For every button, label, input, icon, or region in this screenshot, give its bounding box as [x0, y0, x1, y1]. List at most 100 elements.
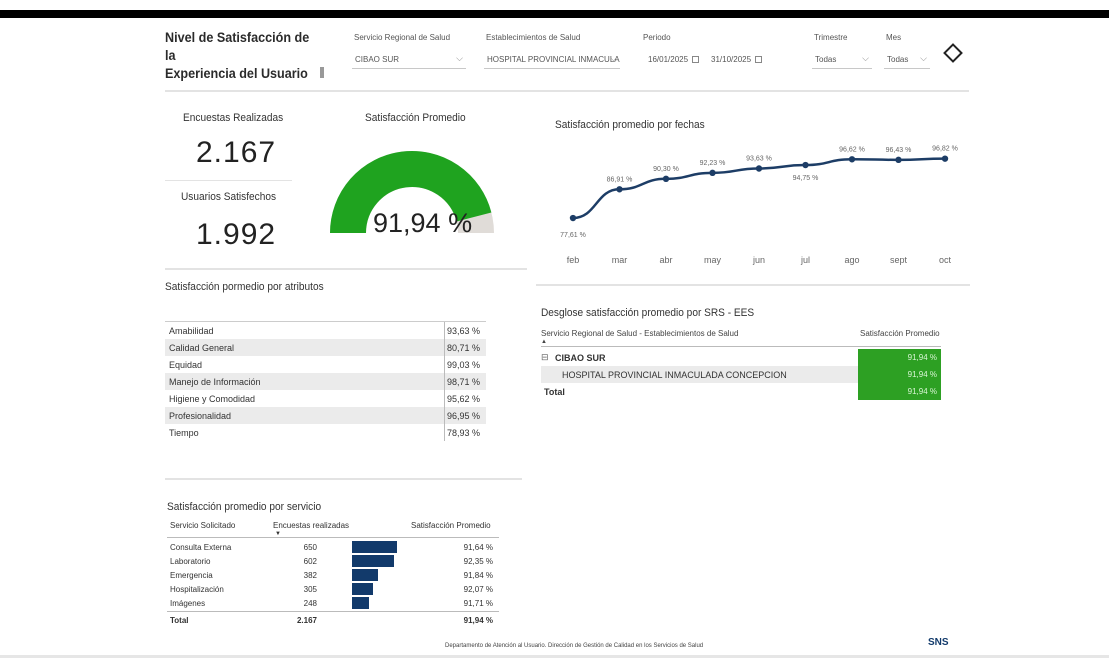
- srs-total-value: 91,94 %: [858, 383, 941, 400]
- filter-ees-label: Establecimientos de Salud: [486, 33, 581, 42]
- table-row[interactable]: Profesionalidad 96,95 %: [165, 407, 486, 424]
- table-row[interactable]: Emergencia 382 91,84 %: [167, 568, 499, 582]
- data-point[interactable]: [755, 165, 763, 172]
- data-point[interactable]: [709, 169, 716, 177]
- filter-trimestre-select[interactable]: Todas ⌵: [812, 50, 872, 69]
- filter-trimestre-value: Todas: [815, 54, 837, 64]
- data-label: 96,43 %: [886, 147, 912, 154]
- service-rows: Consulta Externa 650 91,64 % Laboratorio…: [167, 540, 499, 610]
- table-row[interactable]: Tiempo 78,93 %: [165, 424, 486, 441]
- attr-name: Equidad: [165, 356, 445, 373]
- sns-logo: SNS: [928, 637, 949, 648]
- attr-name: Manejo de Información: [165, 373, 445, 390]
- divider: [167, 537, 499, 538]
- table-row[interactable]: Manejo de Información 98,71 %: [165, 373, 486, 390]
- title-line-1: Nivel de Satisfacción de la: [165, 29, 310, 63]
- srs-col1-header[interactable]: Servicio Regional de Salud - Establecimi…: [541, 329, 738, 338]
- data-point[interactable]: [802, 161, 809, 169]
- count-bar: [352, 569, 379, 581]
- sort-arrow-icon[interactable]: ▲: [541, 339, 547, 345]
- data-point[interactable]: [569, 214, 577, 222]
- srs-child-value: 91,94 %: [858, 366, 941, 383]
- data-point[interactable]: [895, 156, 902, 164]
- srs-col2-header[interactable]: Satisfacción Promedio: [860, 329, 940, 338]
- clear-filters-icon[interactable]: [943, 43, 963, 63]
- filter-srs-select[interactable]: CIBAO SUR ⌵: [352, 50, 466, 69]
- count-bar: [352, 583, 374, 595]
- table-row[interactable]: Amabilidad 93,63 %: [165, 322, 486, 339]
- count-bar: [352, 597, 370, 609]
- srs-child-name: HOSPITAL PROVINCIAL INMACULADA CONCEPCIO…: [562, 369, 787, 380]
- service-total-row: Total 2.167 91,94 %: [167, 613, 499, 627]
- calendar-icon[interactable]: [755, 56, 763, 64]
- attr-name: Profesionalidad: [165, 407, 445, 424]
- table-row[interactable]: Calidad General 80,71 %: [165, 339, 486, 356]
- count-bar: [352, 555, 394, 567]
- srs-total-row: Total 91,94 %: [541, 383, 941, 400]
- srs-group-row[interactable]: ⊟ CIBAO SUR 91,94 %: [541, 349, 941, 366]
- service-col2-header[interactable]: Encuestas realizadas: [273, 521, 349, 530]
- attr-value: 95,62 %: [446, 393, 480, 404]
- data-label: 96,82 %: [932, 146, 958, 153]
- filter-periodo-label: Periodo: [643, 33, 671, 42]
- service-count: 248: [303, 598, 317, 608]
- filter-mes-select[interactable]: Todas ⌵: [884, 50, 930, 69]
- periodo-start-date[interactable]: 16/01/2025: [648, 55, 700, 64]
- data-label: 92,23 %: [700, 160, 726, 167]
- filter-srs-value: CIBAO SUR: [355, 54, 400, 64]
- encuestas-value: 2.167: [196, 136, 277, 169]
- attr-value: 99,03 %: [446, 359, 480, 370]
- table-row[interactable]: Higiene y Comodidad 95,62 %: [165, 390, 486, 407]
- service-sat: 91,84 %: [463, 570, 493, 580]
- chevron-down-icon: ⌵: [920, 53, 927, 63]
- attr-value: 78,93 %: [446, 427, 480, 438]
- encuestas-label: Encuestas Realizadas: [183, 112, 284, 124]
- x-tick-label: may: [704, 255, 722, 265]
- table-row[interactable]: Equidad 99,03 %: [165, 356, 486, 373]
- collapse-icon[interactable]: ⊟: [541, 352, 555, 363]
- filter-mes-label: Mes: [886, 33, 902, 42]
- divider: [536, 284, 970, 286]
- count-bar: [352, 541, 397, 553]
- attr-name: Amabilidad: [165, 322, 445, 339]
- x-tick-label: jun: [752, 255, 765, 265]
- title-line-2: Experiencia del Usuario: [165, 65, 308, 81]
- filter-srs-label: Servicio Regional de Salud: [354, 33, 451, 42]
- srs-child-row[interactable]: HOSPITAL PROVINCIAL INMACULADA CONCEPCIO…: [541, 366, 941, 383]
- attributes-table: Amabilidad 93,63 % Calidad General 80,71 %…: [165, 321, 486, 441]
- data-point[interactable]: [941, 155, 949, 162]
- top-bar: [0, 10, 1109, 18]
- chevron-down-icon: ⌵: [862, 53, 869, 63]
- filter-mes-value: Todas: [887, 54, 909, 64]
- usuarios-value: 1.992: [196, 218, 277, 251]
- filter-ees-select[interactable]: HOSPITAL PROVINCIAL INMACULA... ⌵: [484, 50, 620, 69]
- calendar-icon[interactable]: [692, 56, 700, 64]
- filter-ees-value: HOSPITAL PROVINCIAL INMACULA...: [487, 54, 620, 64]
- table-row[interactable]: Hospitalización 305 92,07 %: [167, 582, 499, 596]
- service-sat: 92,35 %: [463, 556, 493, 566]
- service-table-title: Satisfacción promedio por servicio: [167, 501, 322, 513]
- data-label: 90,30 %: [653, 166, 679, 173]
- attr-name: Calidad General: [165, 339, 445, 356]
- filter-trimestre-label: Trimestre: [814, 33, 848, 42]
- service-name: Consulta Externa: [170, 542, 232, 552]
- service-sat: 91,71 %: [463, 598, 493, 608]
- service-sat: 91,64 %: [463, 542, 493, 552]
- data-point[interactable]: [848, 156, 856, 163]
- service-total-count: 2.167: [296, 615, 317, 625]
- chevron-down-icon: ⌵: [610, 53, 617, 63]
- service-col1-header[interactable]: Servicio Solicitado: [170, 521, 235, 530]
- table-row[interactable]: Laboratorio 602 92,35 %: [167, 554, 499, 568]
- table-row[interactable]: Imágenes 248 91,71 %: [167, 596, 499, 610]
- service-col3-header[interactable]: Satisfacción Promedio: [411, 521, 491, 530]
- x-tick-label: sept: [890, 255, 908, 265]
- data-point[interactable]: [662, 175, 670, 182]
- page-title: Nivel de Satisfacción de la Experiencia …: [165, 28, 318, 82]
- data-label: 86,91 %: [607, 176, 633, 183]
- periodo-end-date[interactable]: 31/10/2025: [711, 55, 763, 64]
- srs-table-title: Desglose satisfacción promedio por SRS -…: [541, 307, 755, 319]
- usuarios-label: Usuarios Satisfechos: [181, 191, 277, 203]
- data-point[interactable]: [616, 186, 623, 193]
- table-row[interactable]: Consulta Externa 650 91,64 %: [167, 540, 499, 554]
- service-count: 650: [303, 542, 317, 552]
